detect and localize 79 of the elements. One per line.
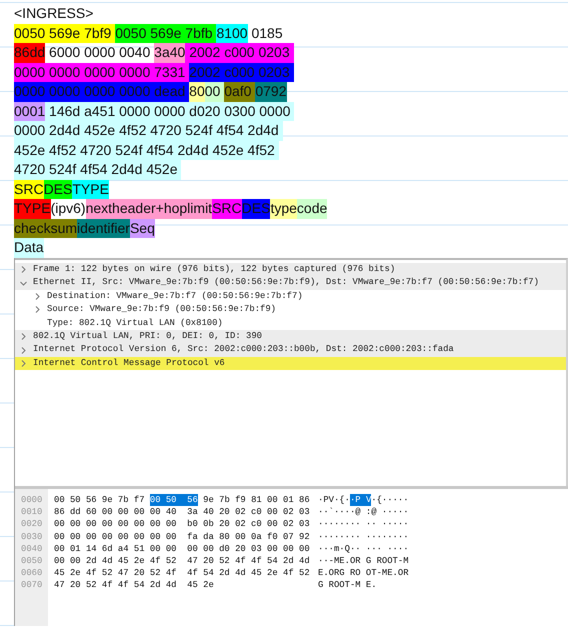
expand-icon[interactable] bbox=[19, 265, 28, 274]
byte-offset: 0060 bbox=[20, 567, 44, 580]
hex-bytes: 45 2e 4f 52 47 20 52 4f 4f 54 2d 4d 45 2e 4f 52 bbox=[54, 567, 310, 580]
byte-offset: 0070 bbox=[20, 579, 44, 592]
tree-row[interactable]: Internet Control Message Protocol v6 bbox=[15, 356, 566, 370]
hex-bytes: 86 dd 60 00 00 00 00 40 3a 40 20 02 c0 00 02 03 bbox=[54, 506, 310, 518]
tree-row[interactable]: Type: 802.1Q Virtual LAN (0x8100) bbox=[15, 316, 566, 330]
highlighted-text: identifier bbox=[77, 218, 130, 238]
tree-item-text: Type: 802.1Q Virtual LAN (0x8100) bbox=[47, 316, 223, 330]
hex-bytes: 00 00 00 00 00 00 00 00 b0 0b 20 02 c0 00 02 03 bbox=[54, 518, 310, 531]
highlighted-text: 80 bbox=[189, 82, 205, 102]
highlighted-text: Seq bbox=[130, 218, 155, 238]
ascii-text: G ROOT-M E. bbox=[318, 579, 377, 592]
highlighted-text: code bbox=[296, 199, 328, 218]
tree-row[interactable]: Source: VMware_9e:7b:f9 (00:50:56:9e:7b:f9) bbox=[15, 303, 566, 317]
hex-bytes: 00 00 00 00 00 00 00 00 fa da 80 00 0a f0 07 92 bbox=[54, 530, 310, 543]
highlighted-text: 0000 0000 0000 0000 dead bbox=[14, 82, 190, 102]
ascii-text: ·PV·{· bbox=[318, 494, 350, 506]
ascii-text: ···m·Q·· ··· ···· bbox=[318, 542, 409, 555]
ascii-text: E.ORG RO OT-ME.OR bbox=[318, 567, 409, 580]
highlighted-text: 86dd bbox=[14, 43, 46, 62]
tree-row[interactable]: Destination: VMware_9e:7b:f7 (00:50:56:9e:7b:f7) bbox=[15, 290, 566, 304]
hex-bytes: 00 00 2d 4d 45 2e 4f 52 47 20 52 4f 4f 54 2d 4d bbox=[54, 554, 310, 568]
note-text: 6000 0000 0040 bbox=[48, 43, 152, 62]
byte-offset: 0050 bbox=[20, 554, 44, 568]
tree-row[interactable]: Internet Protocol Version 6, Src: 2002:c000:203::b00b, Dst: 2002:c000:203::fada bbox=[15, 343, 566, 357]
ascii-text: ·{····· bbox=[371, 494, 409, 506]
highlighted-text: 0af0 bbox=[224, 82, 256, 102]
note-text: 0185 bbox=[250, 24, 283, 42]
highlighted-text: 0792 bbox=[255, 82, 287, 102]
note-title: <INGRESS> bbox=[14, 4, 94, 23]
tree-item-text: Internet Protocol Version 6, Src: 2002:c000:203::b00b, Dst: 2002:c000:203::fada bbox=[33, 343, 454, 356]
byte-offset: 0030 bbox=[20, 530, 44, 543]
collapse-icon[interactable] bbox=[19, 278, 28, 288]
ascii-text: ········ ········ bbox=[318, 530, 409, 543]
tree-item-text: Destination: VMware_9e:7b:f7 (00:50:56:9e:7b:f7) bbox=[47, 290, 303, 303]
byte-offset: 0040 bbox=[20, 542, 44, 555]
selected-bytes: 00 50 56 bbox=[150, 494, 198, 506]
highlighted-text: 4720 524f 4f54 2d4d 452e bbox=[14, 160, 182, 180]
highlighted-text: 0050 569e 7bfb bbox=[115, 24, 216, 43]
tree-item-text: Source: VMware_9e:7b:f9 (00:50:56:9e:7b:f9) bbox=[47, 303, 276, 316]
highlighted-text: SRC bbox=[14, 180, 44, 199]
highlighted-text: 2002 c000 0203 bbox=[189, 62, 294, 82]
selected-ascii: ·P V bbox=[350, 494, 372, 506]
highlighted-text: Data bbox=[14, 238, 44, 258]
highlighted-text: 00 bbox=[204, 82, 224, 102]
highlighted-text: type bbox=[270, 199, 297, 218]
ascii-text: ··`····@ :@ ····· bbox=[318, 506, 409, 518]
tree-row[interactable]: Frame 1: 122 bytes on wire (976 bits), 122 bytes captured (976 bits) bbox=[15, 263, 566, 276]
byte-offset: 0020 bbox=[20, 518, 44, 531]
highlighted-text: 2002 c000 0203 bbox=[185, 43, 294, 62]
tree-item-text: 802.1Q Virtual LAN, PRI: 0, DEI: 0, ID: 390 bbox=[33, 330, 262, 343]
tree-item-text: Internet Control Message Protocol v6 bbox=[33, 356, 225, 370]
highlighted-text: 0001 bbox=[14, 102, 46, 121]
highlighted-text: nextheader+hoplimit bbox=[86, 199, 212, 218]
highlighted-text: TYPE bbox=[72, 180, 109, 199]
highlighted-text: 0000 0000 0000 0000 7331 bbox=[14, 62, 190, 82]
tree-item-text: Frame 1: 122 bytes on wire (976 bits), 122 bytes captured (976 bits) bbox=[33, 263, 396, 276]
hex-bytes: 47 20 52 4f 4f 54 2d 4d 45 2e bbox=[54, 579, 214, 592]
hex-bytes: 00 01 14 6d a4 51 00 00 00 00 d0 20 03 00 00 00 bbox=[54, 542, 310, 555]
highlighted-text: 8100 bbox=[216, 24, 248, 43]
note-text: (ipv6) bbox=[50, 199, 86, 218]
hex-bytes: 9e 7b f9 81 00 01 86 bbox=[202, 494, 310, 506]
ascii-text: ··-ME.OR G ROOT-M bbox=[318, 554, 409, 568]
byte-offset: 0000 bbox=[20, 494, 44, 506]
highlighted-text: TYPE bbox=[14, 199, 51, 218]
tree-row[interactable]: 802.1Q Virtual LAN, PRI: 0, DEI: 0, ID: 390 bbox=[15, 330, 566, 344]
ascii-text: ········ ·· ····· bbox=[318, 518, 409, 531]
highlighted-text: DES bbox=[44, 180, 72, 199]
highlighted-text: 452e 4f52 4720 524f 4f54 2d4d 452e 4f52 bbox=[14, 140, 279, 160]
highlighted-text: 0050 569e 7bf9 bbox=[14, 24, 116, 43]
highlighted-text: SRC bbox=[212, 199, 242, 218]
hex-bytes: 00 50 56 9e 7b f7 bbox=[54, 494, 146, 506]
highlighted-text: DES bbox=[242, 199, 270, 218]
highlighted-text: checksum bbox=[14, 218, 78, 238]
highlighted-text: 146d a451 0000 0000 d020 0300 0000 bbox=[45, 102, 294, 121]
highlighted-text: 3a40 bbox=[154, 43, 186, 62]
byte-offset: 0010 bbox=[20, 506, 44, 518]
highlighted-text: 0000 2d4d 452e 4f52 4720 524f 4f54 2d4d bbox=[14, 121, 283, 140]
